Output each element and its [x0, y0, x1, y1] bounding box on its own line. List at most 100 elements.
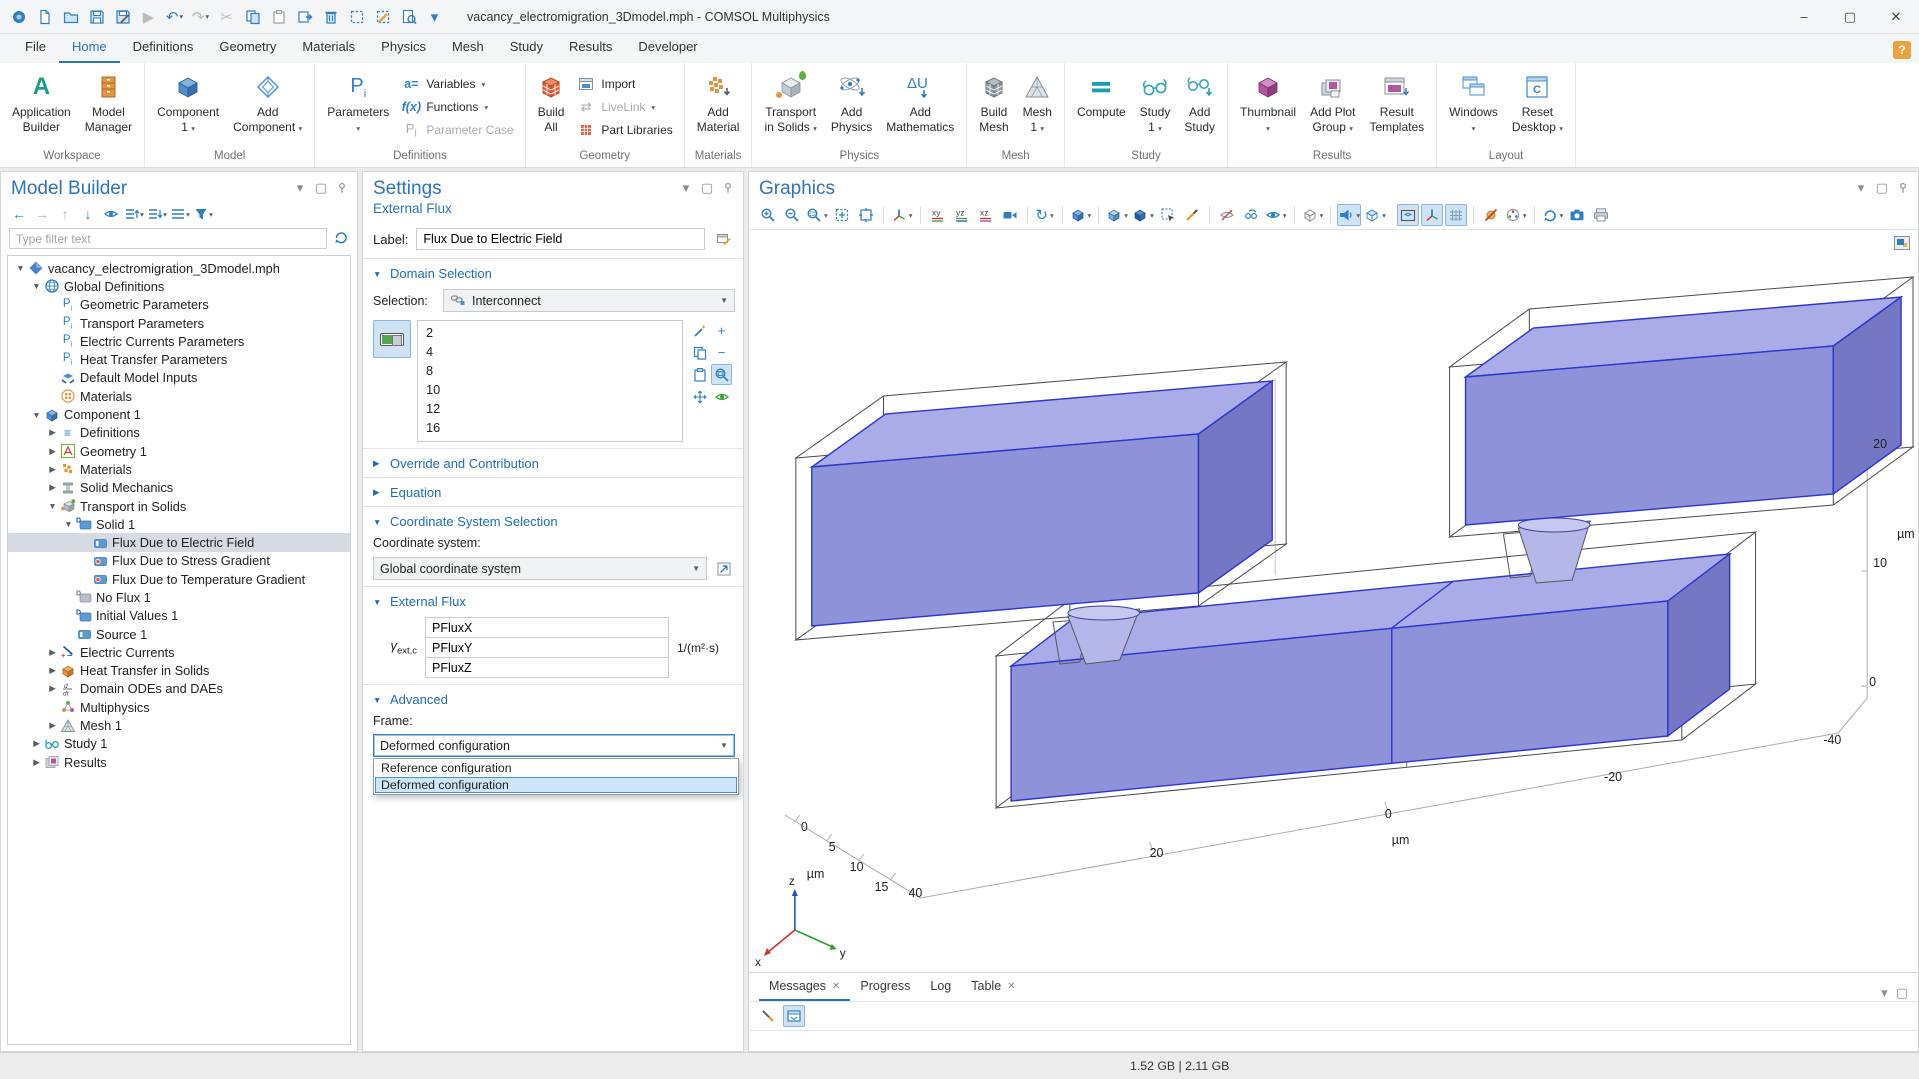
build-all-button[interactable]: BuildAll [531, 66, 572, 148]
snapshot-button[interactable] [1566, 204, 1588, 226]
tree-item[interactable]: ▼vacancy_electromigration_3Dmodel.mph [8, 259, 350, 277]
transport-in-solids-button[interactable]: Transportin Solids ▾ [757, 66, 823, 148]
flux-field-x[interactable] [425, 617, 669, 638]
add-physics-button[interactable]: AddPhysics [824, 66, 879, 148]
select-region-button[interactable] [344, 4, 369, 30]
section-coordinate-system[interactable]: ▼Coordinate System Selection [373, 514, 735, 529]
tree-item[interactable]: ▶Mesh 1 [8, 716, 350, 734]
zoom-out-button[interactable] [781, 204, 803, 226]
save-as-button[interactable] [110, 4, 135, 30]
3d-scene[interactable]: 20µm100-40-2005µm101540200µm z x y [749, 230, 1918, 972]
expand-arrow-icon[interactable]: ▶ [46, 446, 59, 457]
delete-button[interactable] [318, 4, 343, 30]
frame-combo[interactable]: Deformed configuration▼ [373, 734, 735, 757]
view-yz-button[interactable]: yz [951, 204, 973, 226]
zoom-in-button[interactable] [757, 204, 779, 226]
zoom-box-button[interactable]: ▾ [805, 204, 829, 226]
frame-option[interactable]: Reference configuration [375, 760, 737, 777]
expand-arrow-icon[interactable]: ▶ [46, 427, 59, 438]
copy-button[interactable] [240, 4, 265, 30]
panel-menu-icon[interactable]: ▾ [1854, 181, 1868, 195]
model-manager-button[interactable]: ModelManager [78, 66, 139, 148]
application-builder-button[interactable]: AApplicationBuilder [5, 66, 78, 148]
study-1-button[interactable]: Study1 ▾ [1133, 66, 1178, 148]
reset-desktop-button[interactable]: CResetDesktop ▾ [1505, 66, 1570, 148]
selection-visibility-icon[interactable] [711, 386, 732, 407]
select-box-button[interactable] [1157, 204, 1179, 226]
tree-item-selected[interactable]: Flux Due to Electric Field [8, 533, 350, 551]
tree-item[interactable]: ▼DSolid 1 [8, 515, 350, 533]
maximize-button[interactable]: ▢ [1827, 0, 1873, 34]
hide-selected-button[interactable] [1216, 204, 1238, 226]
clear-selection-button[interactable] [370, 4, 395, 30]
panel-menu-icon[interactable]: ▾ [679, 181, 693, 195]
scene-light-off-button[interactable] [1480, 204, 1502, 226]
add-material-button[interactable]: AddMaterial [690, 66, 747, 148]
expand-arrow-icon[interactable]: ▶ [46, 482, 59, 493]
expand-arrow-icon[interactable]: ▶ [30, 738, 43, 749]
expand-arrow-icon[interactable]: ▶ [46, 665, 59, 676]
section-domain-selection[interactable]: ▼Domain Selection [373, 266, 735, 281]
ribbon-tab-definitions[interactable]: Definitions [120, 34, 207, 63]
tree-item[interactable]: PiElectric Currents Parameters [8, 332, 350, 350]
selection-list-item[interactable]: 4 [418, 342, 682, 361]
close-button[interactable]: ✕ [1873, 0, 1919, 34]
customize-quick-access-button[interactable]: ▾ [422, 4, 447, 30]
find-button[interactable] [396, 4, 421, 30]
show-grid-button[interactable] [1445, 204, 1467, 226]
flux-field-z[interactable] [425, 657, 669, 678]
save-button[interactable] [84, 4, 109, 30]
float-panel-icon[interactable]: ▢ [700, 181, 714, 195]
tree-item[interactable]: Source 1 [8, 625, 350, 643]
go-to-source-icon[interactable] [713, 558, 735, 580]
tree-item[interactable]: ▼Transport in Solids [8, 497, 350, 515]
mesh-1-button[interactable]: Mesh1 ▾ [1016, 66, 1059, 148]
perspective-camera-button[interactable] [999, 204, 1021, 226]
zoom-to-selection-icon[interactable] [711, 364, 732, 385]
tree-item[interactable]: ▶Solid Mechanics [8, 479, 350, 497]
float-panel-icon[interactable]: ▢ [1875, 181, 1889, 195]
go-back-button[interactable]: ← [9, 204, 29, 224]
expand-all-button[interactable]: ▾ [124, 204, 144, 224]
tree-filter-input[interactable] [9, 228, 327, 249]
pin-panel-icon[interactable] [335, 181, 349, 195]
panel-menu-icon[interactable]: ▾ [1881, 985, 1888, 1001]
pin-panel-icon[interactable] [1896, 181, 1910, 195]
view-xy-button[interactable]: xy [927, 204, 949, 226]
float-panel-icon[interactable]: ▢ [314, 181, 328, 195]
collapse-all-button[interactable]: ▾ [147, 204, 167, 224]
color-theme-button[interactable]: ▾ [1504, 204, 1528, 226]
tab-table[interactable]: Table✕ [961, 975, 1025, 1001]
collapse-arrow-icon[interactable]: ▼ [62, 519, 75, 529]
center-selection-icon[interactable] [689, 386, 710, 407]
tree-item[interactable]: DNo Flux 1 [8, 588, 350, 606]
tree-item[interactable]: DInitial Values 1 [8, 607, 350, 625]
selection-list-item[interactable]: 10 [418, 380, 682, 399]
show-axis-orientation-button[interactable] [1421, 204, 1443, 226]
wireframe-rendering-button[interactable]: ▾ [1301, 204, 1325, 226]
tree-item[interactable]: Default Model Inputs [8, 369, 350, 387]
ribbon-tab-results[interactable]: Results [556, 34, 625, 63]
expand-arrow-icon[interactable]: ▶ [46, 647, 59, 658]
tree-item[interactable]: ▶ddtDomain ODEs and DAEs [8, 680, 350, 698]
add-study-button[interactable]: AddStudy [1177, 66, 1222, 148]
model-tree-node-text-button[interactable]: ▾ [170, 204, 190, 224]
tree-item[interactable]: Flux Due to Stress Gradient [8, 552, 350, 570]
collapse-arrow-icon[interactable]: ▼ [46, 501, 59, 511]
selection-list-item[interactable]: 16 [418, 418, 682, 437]
open-table-window-icon[interactable] [783, 1005, 805, 1027]
tree-item[interactable]: Flux Due to Temperature Gradient [8, 570, 350, 588]
tree-item[interactable]: PiHeat Transfer Parameters [8, 350, 350, 368]
compute-button[interactable]: Compute [1070, 66, 1133, 148]
expand-arrow-icon[interactable]: ▶ [46, 683, 59, 694]
ribbon-tab-physics[interactable]: Physics [368, 34, 439, 63]
copy-selection-icon[interactable] [689, 342, 710, 363]
ribbon-tab-file[interactable]: File [12, 34, 59, 63]
parameters-button[interactable]: PiParameters▾ [320, 66, 396, 148]
selection-list-item[interactable]: 2 [418, 323, 682, 342]
ribbon-tab-developer[interactable]: Developer [625, 34, 710, 63]
tab-messages[interactable]: Messages✕ [759, 975, 850, 1001]
coordinate-system-combo[interactable]: Global coordinate system▼ [373, 557, 707, 580]
show-button[interactable] [101, 204, 121, 224]
tree-item[interactable]: ▶Results [8, 753, 350, 771]
